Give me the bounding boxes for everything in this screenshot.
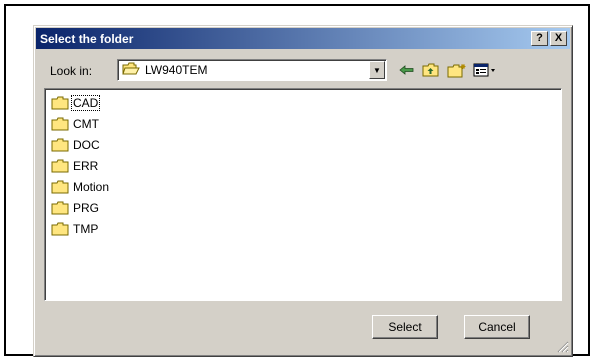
close-button[interactable]: X <box>550 31 567 46</box>
back-arrow-icon[interactable] <box>396 61 418 79</box>
list-item[interactable]: ERR <box>51 157 99 175</box>
folder-name: CAD <box>70 95 101 111</box>
list-item[interactable]: DOC <box>51 136 101 154</box>
folder-icon <box>51 222 69 236</box>
dialog-title: Select the folder <box>40 31 134 46</box>
folder-icon <box>51 159 69 173</box>
list-item[interactable]: Motion <box>51 178 110 196</box>
folder-icon <box>51 201 69 215</box>
chevron-down-icon[interactable]: ▼ <box>369 61 385 79</box>
new-folder-icon[interactable] <box>446 61 468 79</box>
resize-grip-icon[interactable] <box>557 341 569 353</box>
folder-name: CMT <box>73 117 99 131</box>
folder-icon <box>51 138 69 152</box>
folder-list[interactable]: CAD CMT DOC ERR Motion PRG TMP <box>44 88 562 301</box>
select-button[interactable]: Select <box>372 315 438 339</box>
list-item[interactable]: PRG <box>51 199 100 217</box>
cancel-button[interactable]: Cancel <box>464 315 530 339</box>
list-item[interactable]: TMP <box>51 220 99 238</box>
help-button[interactable]: ? <box>531 31 548 46</box>
open-folder-icon <box>122 62 140 79</box>
up-folder-icon[interactable] <box>420 61 442 79</box>
look-in-label: Look in: <box>50 64 93 78</box>
view-menu-icon[interactable] <box>472 61 498 79</box>
look-in-value: LW940TEM <box>145 63 208 77</box>
folder-name: TMP <box>73 222 99 236</box>
folder-name: PRG <box>73 201 100 215</box>
folder-icon <box>51 96 69 110</box>
folder-icon <box>51 180 69 194</box>
list-item[interactable]: CMT <box>51 115 100 133</box>
folder-icon <box>51 117 69 131</box>
folder-name: DOC <box>73 138 100 152</box>
title-bar[interactable]: Select the folder ? X <box>36 28 570 49</box>
look-in-dropdown[interactable]: LW940TEM ▼ <box>117 59 387 81</box>
folder-name: Motion <box>73 180 110 194</box>
folder-name: ERR <box>73 159 99 173</box>
select-folder-dialog: Select the folder ? X Look in: LW940TEM … <box>33 25 573 357</box>
list-item[interactable]: CAD <box>51 94 101 112</box>
